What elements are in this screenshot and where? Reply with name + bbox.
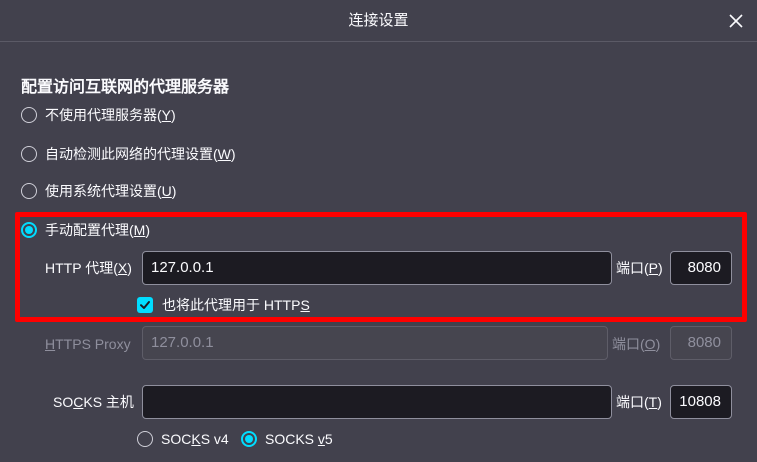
radio-label: 手动配置代理(M) [45,222,151,238]
socks-port-input[interactable]: 10808 [670,385,732,419]
also-https-label[interactable]: 也将此代理用于 HTTPS [162,295,310,315]
radio-button-selected[interactable] [241,431,257,447]
radio-label: 自动检测此网络的代理设置(W) [45,146,236,162]
section-title: 配置访问互联网的代理服务器 [21,79,230,96]
radio-no-proxy[interactable]: 不使用代理服务器(Y) [21,104,176,126]
radio-socks-v4[interactable]: SOCKS v4 [137,428,229,450]
socks-host-label: SOCKS 主机 [53,394,134,410]
socks-port-label: 端口(T) [616,394,662,410]
radio-label: 不使用代理服务器(Y) [45,107,176,123]
http-port-label: 端口(P) [616,260,663,276]
also-https-checkbox[interactable] [137,297,153,313]
dialog-title: 连接设置 [348,12,409,29]
http-port-input[interactable]: 8080 [670,251,732,285]
https-proxy-label: HTTPS Proxy [45,336,131,352]
https-port-input[interactable]: 8080 [670,326,732,360]
https-port-label: 端口(O) [612,336,661,352]
radio-button[interactable] [21,146,37,162]
radio-label: SOCKS v4 [161,431,229,447]
radio-manual-proxy[interactable]: 手动配置代理(M) [21,219,150,241]
checkmark-icon [140,301,150,309]
http-proxy-input[interactable]: 127.0.0.1 [142,251,612,285]
radio-button[interactable] [21,107,37,123]
https-proxy-input[interactable]: 127.0.0.1 [142,326,608,360]
radio-button-selected[interactable] [21,222,37,238]
radio-system-proxy[interactable]: 使用系统代理设置(U) [21,180,176,202]
radio-label: SOCKS v5 [265,431,333,447]
radio-button[interactable] [21,183,37,199]
close-button[interactable] [722,7,750,35]
http-proxy-label: HTTP 代理(X) [45,260,132,276]
radio-button[interactable] [137,431,153,447]
radio-label: 使用系统代理设置(U) [45,183,177,199]
radio-socks-v5[interactable]: SOCKS v5 [241,428,333,450]
radio-auto-detect[interactable]: 自动检测此网络的代理设置(W) [21,143,236,165]
socks-host-input[interactable] [142,385,612,419]
close-icon [729,14,743,28]
